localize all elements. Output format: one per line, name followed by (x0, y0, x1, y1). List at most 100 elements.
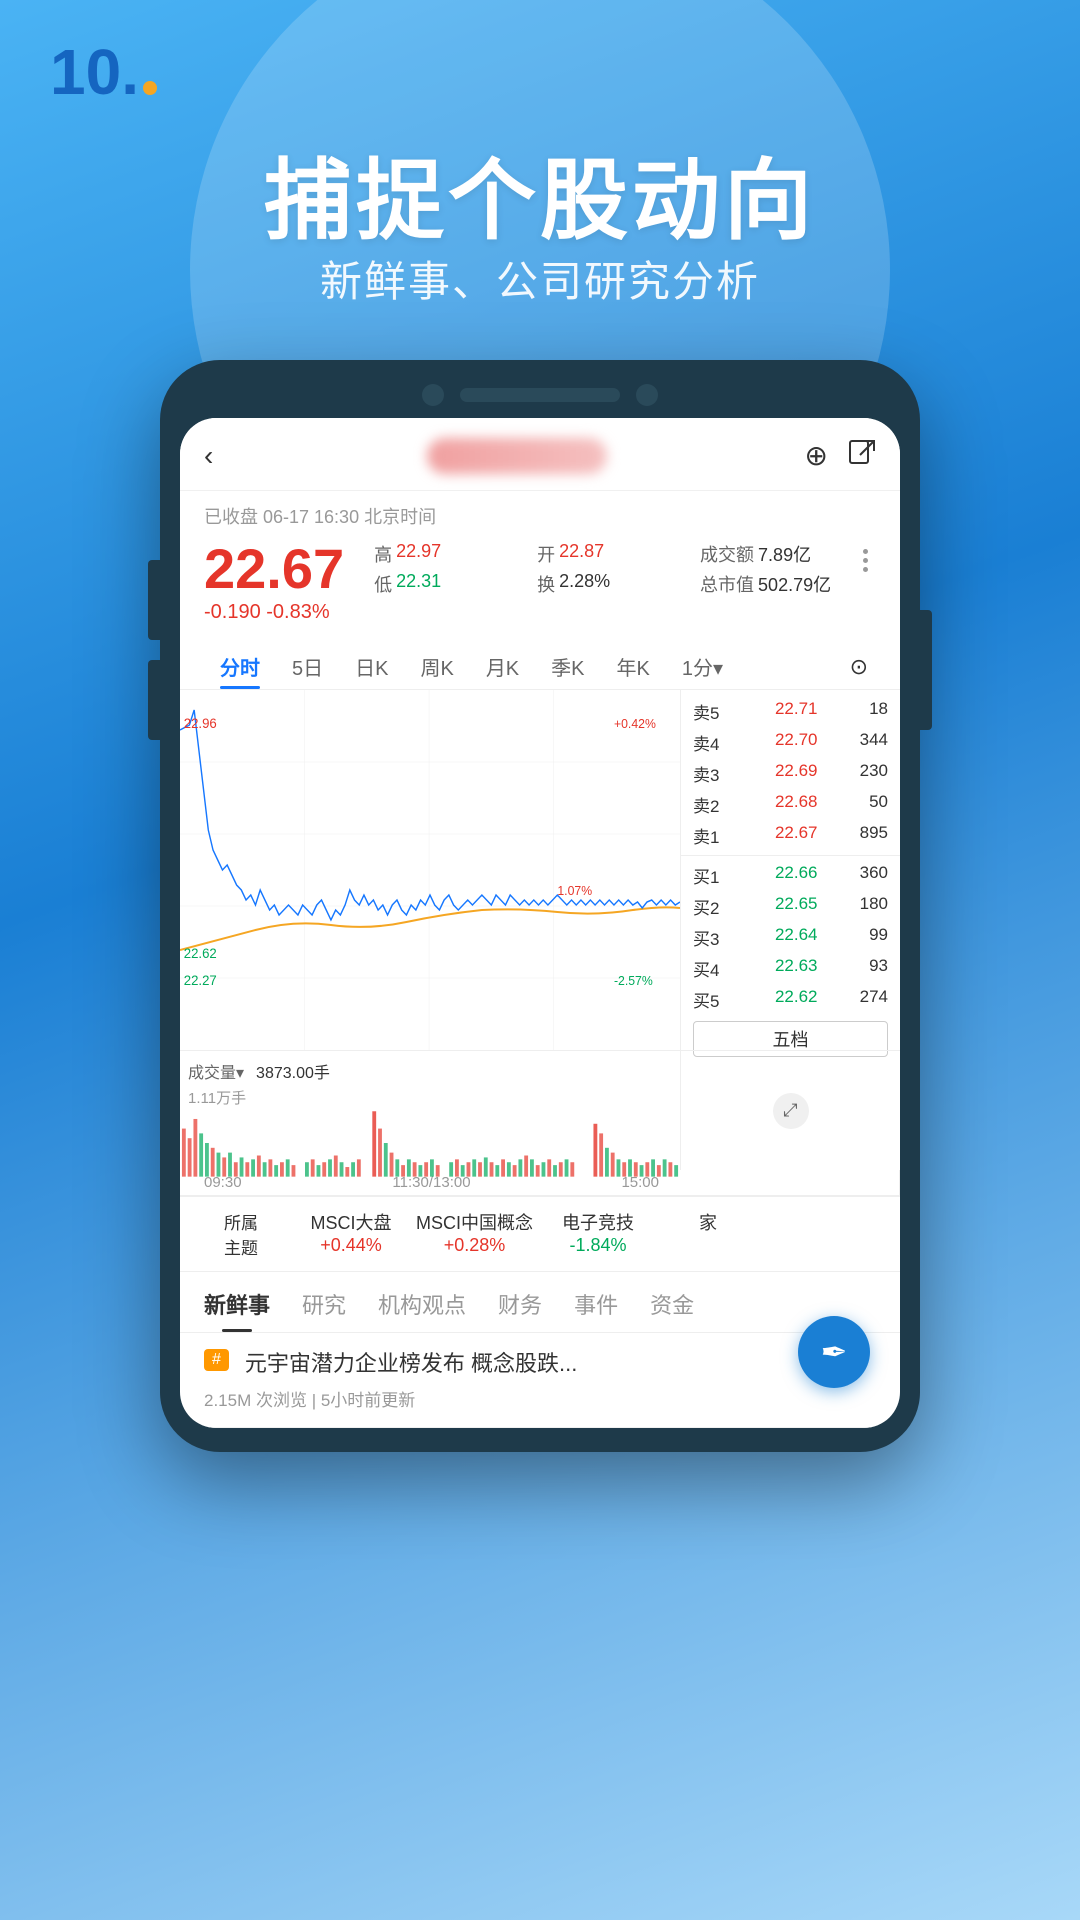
theme-esports[interactable]: 电子竞技 -1.84% (553, 1209, 643, 1259)
more-button[interactable] (855, 541, 876, 580)
tab-research[interactable]: 研究 (302, 1288, 346, 1332)
tab-funds[interactable]: 资金 (650, 1288, 694, 1332)
theme-home[interactable]: 家 (663, 1209, 753, 1259)
theme-label: 所属 主题 (196, 1209, 286, 1259)
news-item[interactable]: # 元宇宙潜力企业榜发布 概念股跌... 2.15M 次浏览 | 5小时前更新 (180, 1333, 900, 1428)
header-icons: ⊕ (805, 439, 876, 474)
volume-unit: 1.11万手 (180, 1087, 680, 1108)
open-label: 开 (537, 541, 555, 567)
phone-mockup: ‹ ⊕ 已收盘 06-17 16:30 北京时间 (160, 360, 920, 1452)
stock-detail-grid: 高 22.97 开 22.87 成交额 7.89亿 低 22.31 (374, 541, 855, 597)
tab-yeark[interactable]: 年K (601, 644, 666, 689)
tab-finance[interactable]: 财务 (498, 1288, 542, 1332)
sell4-vol: 344 (838, 730, 888, 755)
tab-5day[interactable]: 5日 (276, 644, 339, 689)
volume-area: 成交量▾ 3873.00手 1.11万手 (180, 1050, 900, 1170)
sell2-label: 卖2 (693, 792, 737, 817)
open-item: 开 22.87 (537, 541, 692, 567)
sensor (636, 384, 658, 406)
back-button[interactable]: ‹ (204, 440, 213, 472)
target-icon[interactable]: ⊙ (850, 654, 868, 680)
buy5-vol: 274 (838, 987, 888, 1012)
sell3-price: 22.69 (758, 761, 818, 786)
volume-value: 3873.00手 (256, 1059, 330, 1083)
stock-price-block: 22.67 -0.190 -0.83% (204, 541, 344, 624)
sell3-vol: 230 (838, 761, 888, 786)
buy1-vol: 360 (838, 863, 888, 888)
low-label: 低 (374, 571, 392, 597)
high-label: 高 (374, 541, 392, 567)
stock-change: -0.190 -0.83% (204, 601, 344, 624)
tab-events[interactable]: 事件 (574, 1288, 618, 1332)
amount-value: 7.89亿 (758, 541, 811, 567)
theme-home-name: 家 (663, 1209, 753, 1235)
price-chart: 22.96 22.62 22.27 +0.42% -2.57% 1.07% (180, 690, 680, 1050)
theme-msci-big-change: +0.44% (306, 1235, 396, 1256)
theme-msci-big[interactable]: MSCI大盘 +0.44% (306, 1209, 396, 1259)
share-button[interactable] (848, 439, 876, 474)
tab-fenshi[interactable]: 分时 (204, 644, 276, 689)
fab-button[interactable]: ✒ (798, 1316, 870, 1388)
sell-3-row: 卖3 22.69 230 (681, 758, 900, 789)
news-tag-icon: # (212, 1351, 221, 1369)
tab-seasonk[interactable]: 季K (535, 644, 600, 689)
volume-chart: 成交量▾ 3873.00手 1.11万手 (180, 1051, 680, 1170)
tab-dayk[interactable]: 日K (339, 644, 404, 689)
front-camera (422, 384, 444, 406)
news-title: 元宇宙潜力企业榜发布 概念股跌... (245, 1349, 577, 1380)
buy1-price: 22.66 (758, 863, 818, 888)
theme-main[interactable]: 所属 主题 (196, 1209, 286, 1259)
chart-tabs: 分时 5日 日K 周K 月K 季K 年K 1分▾ ⊙ (180, 632, 900, 690)
theme-msci-china[interactable]: MSCI中国概念 +0.28% (416, 1209, 533, 1259)
buy3-label: 买3 (693, 925, 737, 950)
turnover-value: 2.28% (559, 571, 610, 597)
logo-text: 10. (50, 40, 139, 104)
fab-icon: ✒ (821, 1333, 848, 1371)
themes-bar: 所属 主题 MSCI大盘 +0.44% MSCI中国概念 +0.28% 电子竞技… (180, 1196, 900, 1272)
amount-item: 成交额 7.89亿 (700, 541, 855, 567)
stock-name-blurred (427, 438, 607, 474)
volume-up-btn[interactable] (148, 560, 160, 640)
volume-down-btn[interactable] (148, 660, 160, 740)
logo-dot (143, 81, 157, 95)
volume-label: 成交量▾ (188, 1059, 244, 1083)
order-book: 卖5 22.71 18 卖4 22.70 344 卖3 22.69 230 (680, 690, 900, 1050)
tab-monthk[interactable]: 月K (470, 644, 535, 689)
svg-text:22.62: 22.62 (184, 946, 217, 961)
news-meta: 2.15M 次浏览 | 5小时前更新 (204, 1386, 876, 1411)
buy-3-row: 买3 22.64 99 (681, 922, 900, 953)
buy3-vol: 99 (838, 925, 888, 950)
expand-icon[interactable]: ⤢ (773, 1093, 809, 1129)
theme-esports-change: -1.84% (553, 1235, 643, 1256)
tab-news[interactable]: 新鲜事 (204, 1288, 270, 1332)
sell5-price: 22.71 (758, 699, 818, 724)
volume-dropdown[interactable]: 成交量▾ (188, 1059, 244, 1083)
svg-text:22.27: 22.27 (184, 973, 217, 988)
app-header: ‹ ⊕ (180, 418, 900, 491)
theme-esports-name: 电子竞技 (553, 1209, 643, 1235)
tab-weekk[interactable]: 周K (404, 644, 469, 689)
search-button[interactable]: ⊕ (805, 439, 828, 474)
speaker (460, 388, 620, 402)
sell1-vol: 895 (838, 823, 888, 848)
app-logo: 10. (50, 40, 157, 104)
tab-1min[interactable]: 1分▾ (666, 644, 739, 689)
theme-msci-big-name: MSCI大盘 (306, 1209, 396, 1235)
news-tag: # (204, 1349, 229, 1371)
open-value: 22.87 (559, 541, 604, 567)
high-value: 22.97 (396, 541, 441, 567)
buy-5-row: 买5 22.62 274 (681, 984, 900, 1015)
sell3-label: 卖3 (693, 761, 737, 786)
sell1-price: 22.67 (758, 823, 818, 848)
tab-institution[interactable]: 机构观点 (378, 1288, 466, 1332)
power-btn[interactable] (920, 610, 932, 730)
chart-container: 22.96 22.62 22.27 +0.42% -2.57% 1.07% 卖5… (180, 690, 900, 1050)
phone-screen: ‹ ⊕ 已收盘 06-17 16:30 北京时间 (180, 418, 900, 1428)
svg-text:+0.42%: +0.42% (614, 717, 656, 731)
svg-text:22.96: 22.96 (184, 716, 217, 731)
buy4-price: 22.63 (758, 956, 818, 981)
hero-subtitle: 新鲜事、公司研究分析 (0, 248, 1080, 309)
buy2-price: 22.65 (758, 894, 818, 919)
sell5-label: 卖5 (693, 699, 737, 724)
sell-2-row: 卖2 22.68 50 (681, 789, 900, 820)
